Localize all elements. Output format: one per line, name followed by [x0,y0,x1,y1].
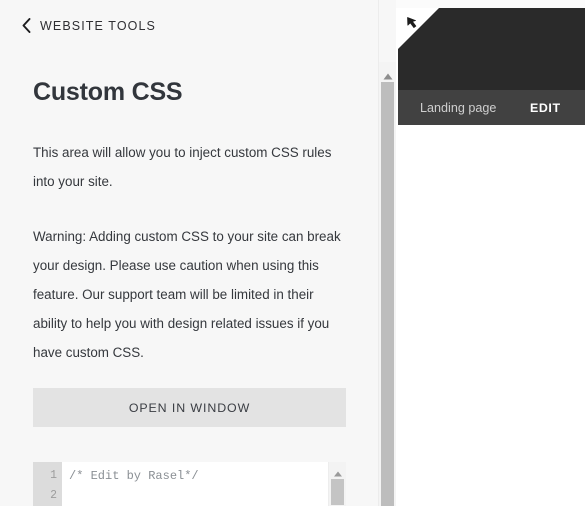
description-paragraph-1: This area will allow you to inject custo… [33,145,332,189]
site-preview-panel: Landing page EDIT [398,8,585,506]
open-in-window-button[interactable]: OPEN IN WINDOW [33,388,346,427]
preview-content-area [398,125,585,506]
top-strip [378,0,585,8]
preview-header-area [398,8,585,90]
description-block: This area will allow you to inject custo… [33,138,345,422]
settings-panel: WEBSITE TOOLS Custom CSS This area will … [0,0,378,506]
code-text-area[interactable]: /* Edit by Rasel*/ [62,462,328,506]
code-line: /* Edit by Rasel*/ [69,469,199,483]
code-editor-scrollbar-thumb[interactable] [331,479,344,505]
back-to-website-tools-link[interactable]: WEBSITE TOOLS [22,18,156,33]
description-paragraph-2: Warning: Adding custom CSS to your site … [33,229,341,360]
scrollbar-track-top [379,0,396,62]
preview-toolbar: Landing page EDIT [398,90,585,125]
code-line-number-gutter: 1 2 [33,462,62,506]
settings-panel-scrollbar-thumb[interactable] [381,82,394,506]
line-number: 2 [50,489,57,502]
custom-css-code-editor[interactable]: 1 2 /* Edit by Rasel*/ [33,462,346,506]
back-nav-label: WEBSITE TOOLS [40,18,156,33]
edit-button[interactable]: EDIT [530,101,561,115]
code-editor-scrollbar[interactable] [328,462,346,506]
chevron-left-icon [22,18,31,33]
app-root: WEBSITE TOOLS Custom CSS This area will … [0,0,585,506]
page-title: Custom CSS [33,78,183,106]
preview-page-name: Landing page [420,100,497,115]
open-in-window-label: OPEN IN WINDOW [128,400,251,415]
arrow-cursor-icon [406,16,422,32]
line-number: 1 [50,469,57,482]
settings-panel-scrollbar[interactable] [378,0,396,506]
